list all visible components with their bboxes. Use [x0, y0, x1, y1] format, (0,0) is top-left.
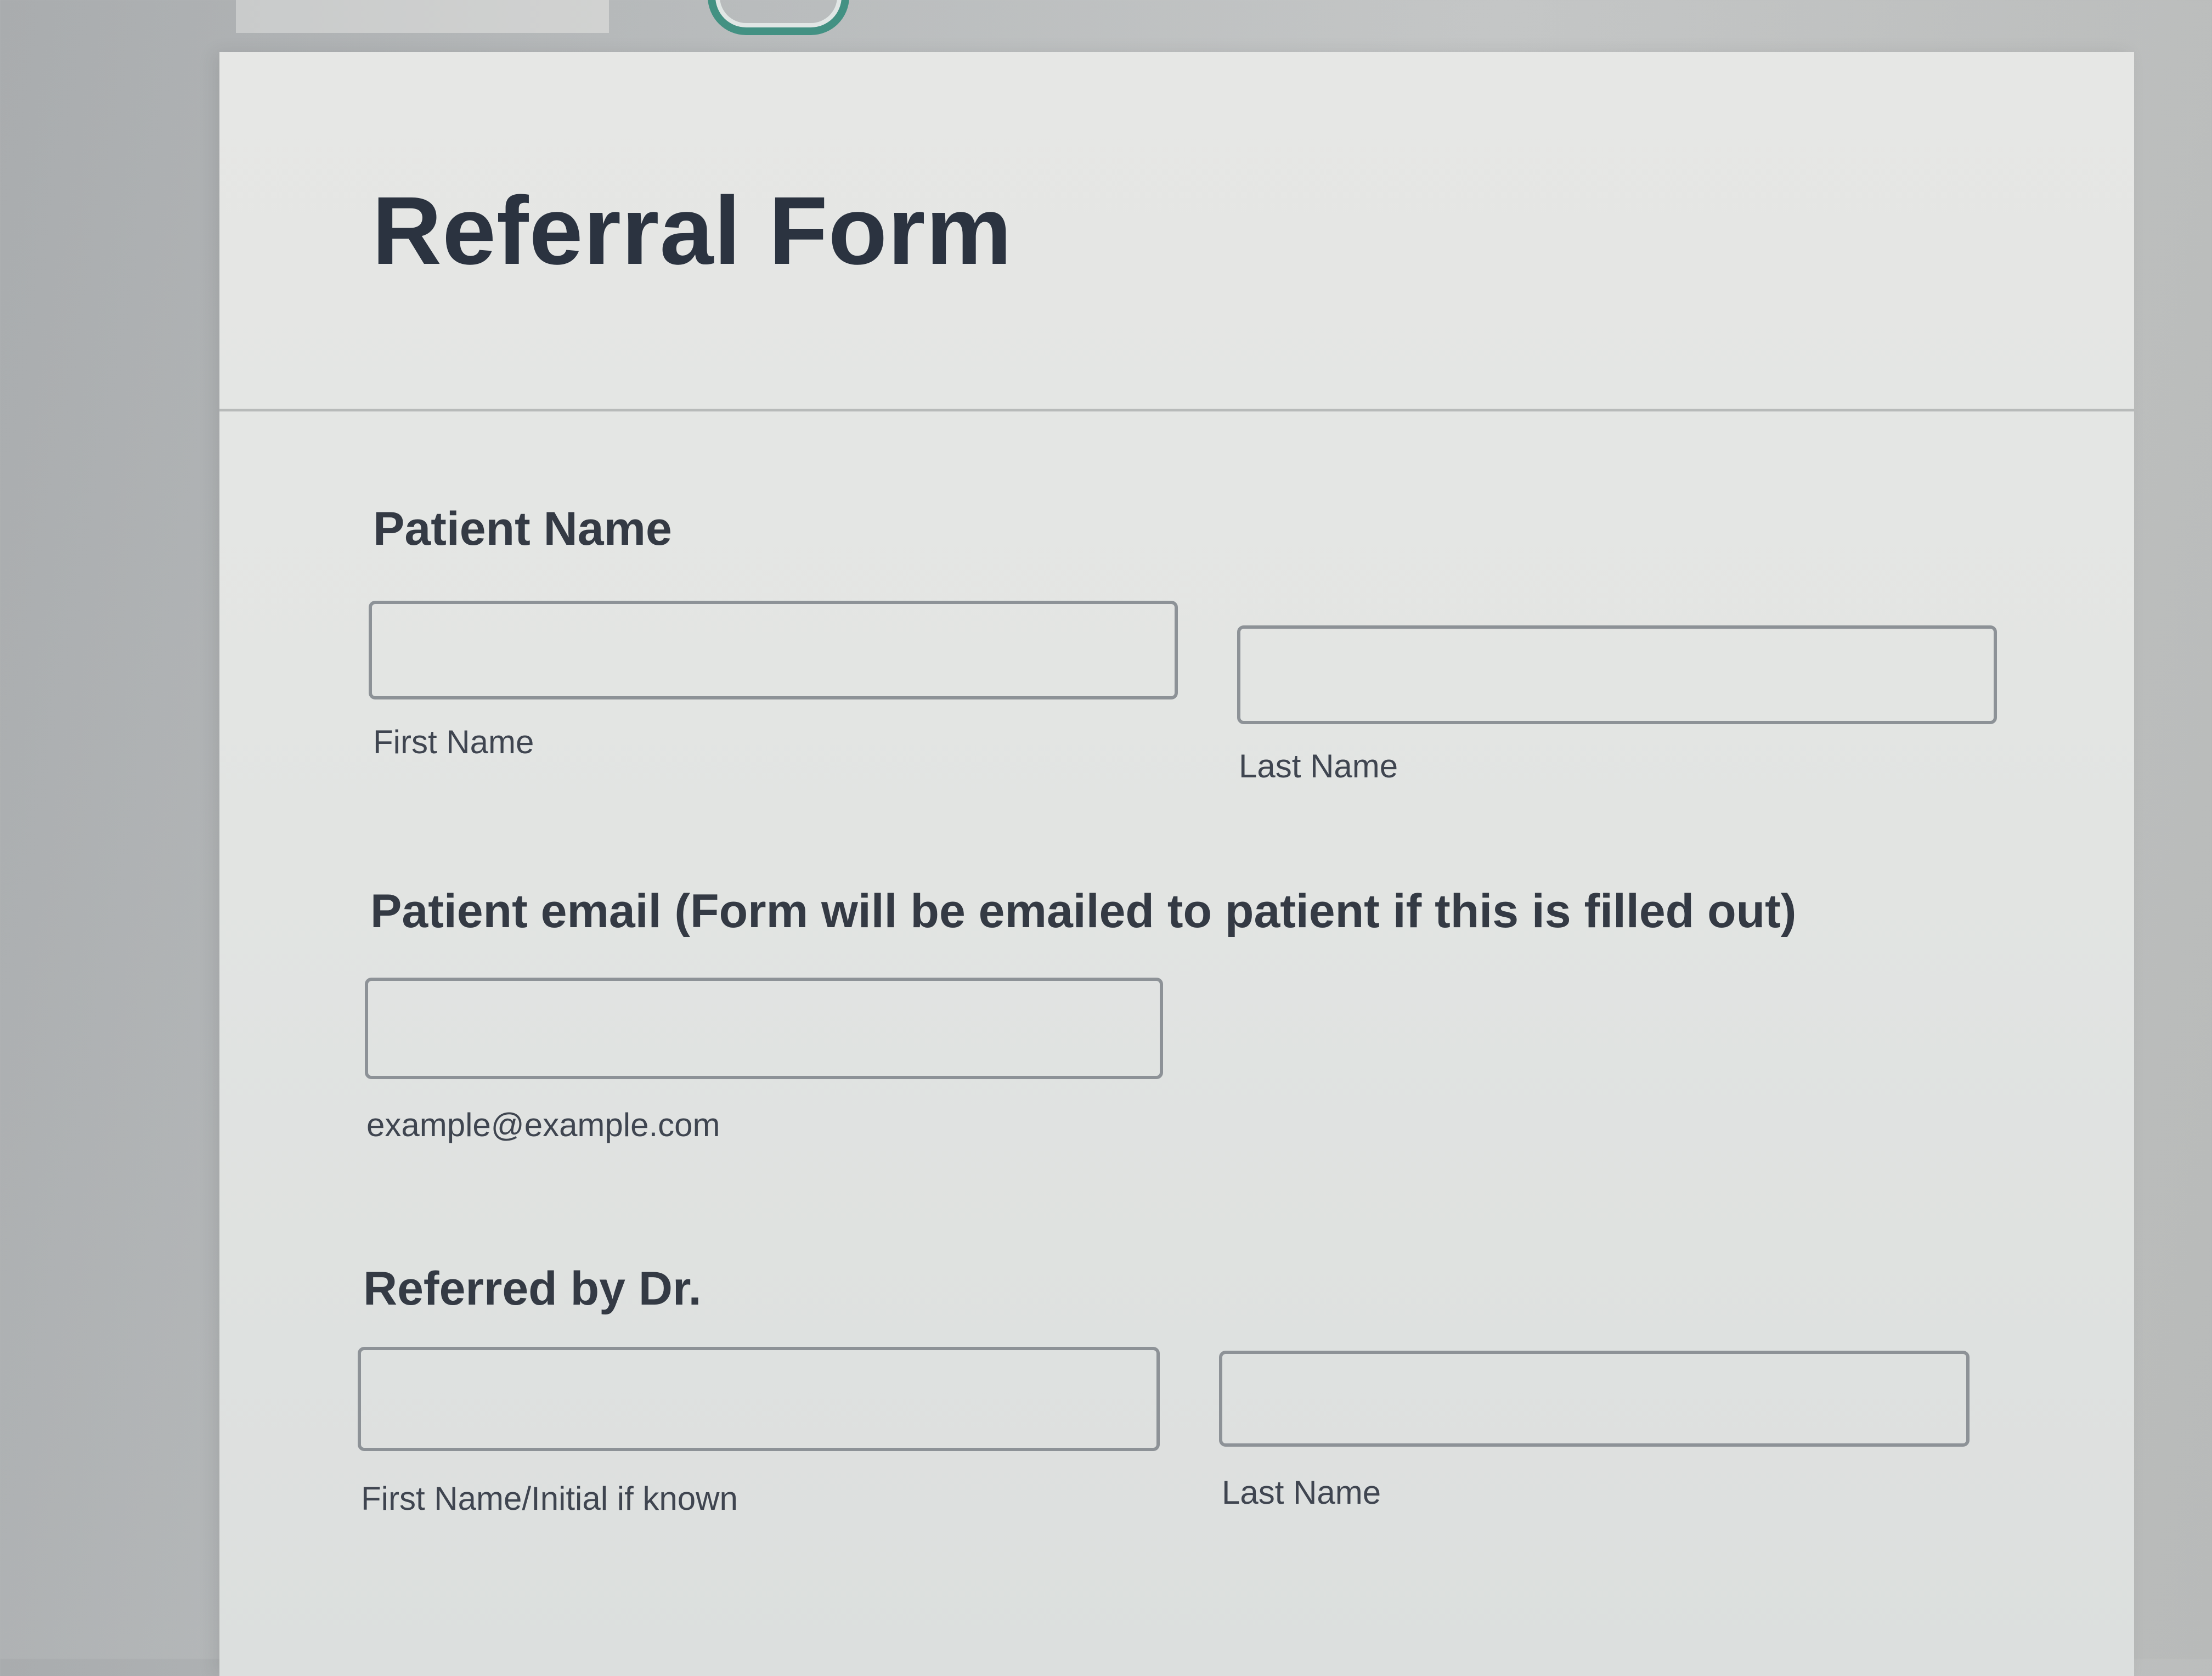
referring-doctor-last-name-input[interactable] — [1219, 1351, 1970, 1447]
patient-last-name-caption: Last Name — [1239, 748, 1398, 785]
patient-email-input[interactable] — [365, 978, 1163, 1079]
brand-logo-icon — [708, 0, 849, 35]
referring-doctor-first-name-input[interactable] — [358, 1347, 1160, 1451]
patient-last-name-input[interactable] — [1237, 625, 1997, 724]
referred-by-label: Referred by Dr. — [363, 1262, 702, 1315]
header-strip — [236, 0, 849, 35]
patient-email-caption: example@example.com — [366, 1107, 720, 1143]
patient-email-label: Patient email (Form will be emailed to p… — [370, 885, 1797, 938]
referring-doctor-first-name-caption: First Name/Initial if known — [361, 1480, 738, 1517]
patient-first-name-caption: First Name — [373, 724, 534, 760]
page-title: Referral Form — [372, 177, 1013, 285]
patient-name-label: Patient Name — [373, 503, 672, 555]
patient-first-name-input[interactable] — [369, 601, 1178, 699]
referring-doctor-last-name-caption: Last Name — [1222, 1474, 1381, 1511]
title-divider — [219, 409, 2134, 411]
